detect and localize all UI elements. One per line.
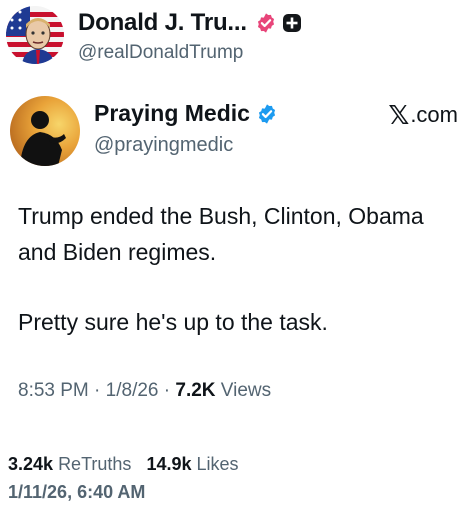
verified-blue-icon	[256, 103, 278, 125]
retruths-count: 3.24k	[8, 454, 54, 474]
embedded-post-header: Praying Medic @prayingmedic 𝕏 .com	[10, 96, 466, 166]
author-name-row: Donald J. Tru...	[78, 9, 302, 37]
embedded-author-avatar[interactable]	[10, 96, 80, 166]
post-date[interactable]: 1/8/26	[106, 380, 159, 401]
views-count: 7.2K	[175, 380, 216, 401]
x-source-link[interactable]: 𝕏 .com	[388, 102, 458, 128]
retruths-label: ReTruths	[58, 454, 132, 474]
retruths-stat[interactable]: 3.24k ReTruths	[8, 454, 146, 474]
flag-portrait-avatar-icon	[6, 6, 64, 64]
verified-pink-icon	[255, 12, 277, 34]
embedded-author-name-row: Praying Medic	[94, 100, 278, 127]
post-text-paragraph-2: Pretty sure he's up to the task.	[18, 309, 328, 335]
post-timestamp[interactable]: 1/11/26, 6:40 AM	[8, 482, 145, 503]
author-handle[interactable]: @realDonaldTrump	[78, 42, 243, 64]
meta-separator: ·	[94, 380, 101, 401]
x-logo-icon: 𝕏	[388, 100, 410, 130]
likes-label: Likes	[196, 454, 239, 474]
engagement-stats: 3.24k ReTruths 14.9k Likes	[8, 454, 249, 475]
embedded-post-body: Trump ended the Bush, Clinton, Obama and…	[18, 198, 458, 340]
embedded-author-handle[interactable]: @prayingmedic	[94, 134, 233, 157]
likes-count: 14.9k	[146, 454, 192, 474]
views-label: Views	[220, 380, 272, 401]
embedded-post-meta: 8:53 PM · 1/8/26 · 7.2K Views	[18, 380, 271, 402]
x-source-label: .com	[410, 102, 458, 127]
truth-post-header: Donald J. Tru... @realDonaldTrump	[6, 6, 468, 66]
meta-separator: ·	[163, 380, 171, 401]
plus-badge-icon	[282, 13, 302, 33]
author-display-name[interactable]: Donald J. Tru...	[78, 9, 247, 37]
post-time[interactable]: 8:53 PM	[18, 380, 89, 401]
author-avatar[interactable]	[6, 6, 64, 64]
post-text-paragraph-1: Trump ended the Bush, Clinton, Obama and…	[18, 203, 424, 265]
likes-stat[interactable]: 14.9k Likes	[146, 454, 248, 474]
silhouette-sunset-avatar-icon	[10, 96, 80, 166]
embedded-author-display-name[interactable]: Praying Medic	[94, 100, 250, 127]
